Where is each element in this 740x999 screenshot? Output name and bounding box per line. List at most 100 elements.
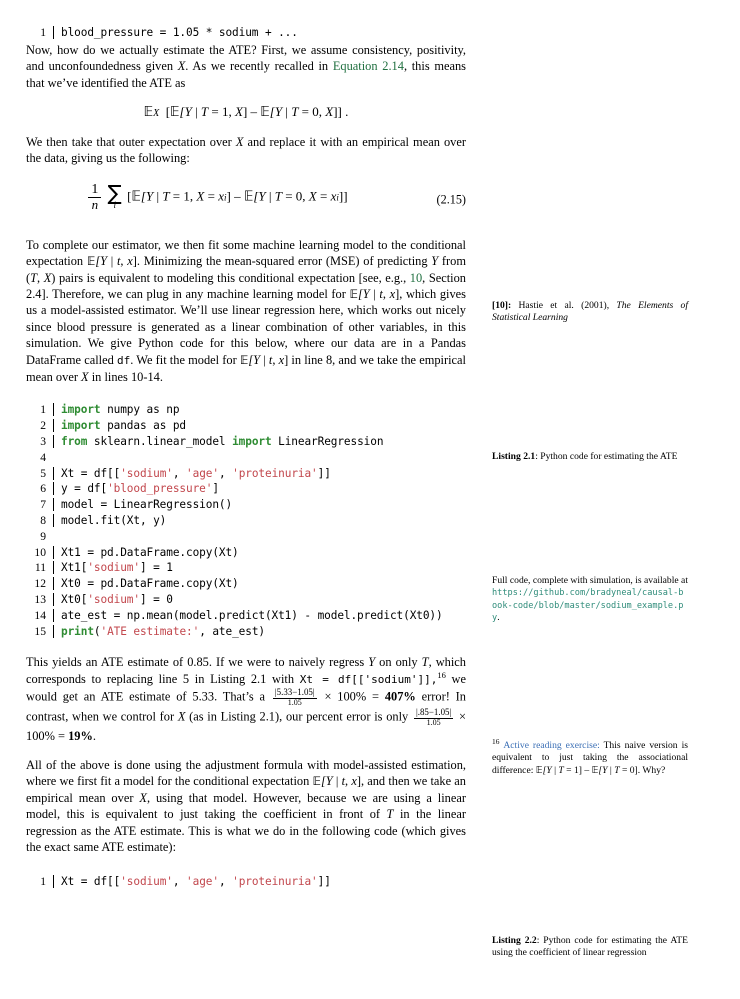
code-plain: Xt = df[[	[61, 466, 121, 480]
code-string: 'sodium'	[87, 593, 140, 607]
footnote-marker-16[interactable]: 16	[437, 670, 446, 680]
margin-note-citation-10: [10]: Hastie et al. (2001), The Elements…	[492, 300, 688, 325]
code-line-number: 13	[34, 593, 46, 607]
code-line-number: 1	[40, 403, 46, 417]
citation-authors: Hastie et al. (2001),	[518, 300, 617, 311]
margin-note-listing-2-1-caption: Listing 2.1: Python code for estimating …	[492, 451, 688, 463]
code-string: 'sodium'	[87, 561, 140, 575]
full-code-period: .	[497, 611, 500, 623]
code-listing-2-1-lines: 1 import numpy as np 2 import pandas as pd 3…	[26, 403, 466, 640]
text-run: ) pairs is equivalent to modeling this c…	[51, 270, 410, 285]
code-string: 'proteinuria'	[232, 466, 318, 480]
text-run: . We fit the model for	[130, 352, 240, 367]
code-string: 'sodium'	[120, 875, 173, 889]
listing-caption-label: Listing 2.2	[492, 935, 537, 946]
code-plain: LinearRegression	[271, 435, 384, 449]
text-run: (as in Listing 2.1), our percent error i…	[185, 709, 412, 724]
value-percent-error-adjusted: 19%	[68, 728, 93, 743]
code-plain: ]	[212, 482, 219, 496]
code-line: 4	[26, 451, 466, 467]
citation-link-10[interactable]: 10	[410, 271, 422, 285]
book-page: 1 blood_pressure = 1.05 * sodium + ... N…	[0, 0, 740, 999]
code-line-number: 6	[40, 482, 46, 496]
code-line-text: import pandas as pd	[53, 419, 466, 433]
github-url-link[interactable]: https://github.com/bradyneal/causal-book…	[492, 588, 683, 623]
code-line-number: 8	[40, 514, 46, 528]
code-keyword: from	[61, 435, 88, 449]
code-line-text: from sklearn.linear_model import LinearR…	[53, 435, 466, 449]
display-equation-2-15: 1 n ∑ i [𝔼[Y | T = 1, X = xi] – 𝔼[Y | T …	[26, 181, 466, 217]
code-line-text: Xt0 = pd.DataFrame.copy(Xt)	[53, 577, 466, 591]
code-plain: model = LinearRegression()	[61, 498, 233, 512]
code-line-number: 2	[40, 419, 46, 433]
main-text-column: 1 blood_pressure = 1.05 * sodium + ... N…	[26, 18, 466, 891]
fraction-percent-error-naive: |5.33−1.05| 1.05	[272, 687, 317, 708]
code-plain: ,	[172, 875, 187, 889]
code-plain: ] = 0	[139, 593, 173, 607]
value-percent-error-naive: 407%	[384, 689, 416, 704]
code-keyword: import	[61, 419, 101, 433]
code-line-number: 12	[34, 577, 46, 591]
code-line-number: 9	[40, 529, 46, 543]
code-line-number: 3	[40, 435, 46, 449]
code-line-text: Xt0['sodium'] = 0	[53, 593, 466, 607]
equation-body: 𝔼X [𝔼[Y | T = 1, X] – 𝔼[Y | T = 0, X]] .	[143, 104, 349, 121]
code-plain: Xt0[	[61, 593, 88, 607]
inline-code-df: df	[116, 353, 131, 367]
code-plain: ate_est = np.mean(model.predict(Xt1) - m…	[61, 608, 443, 622]
code-line: 3 from sklearn.linear_model import Linear…	[26, 435, 466, 451]
text-run: on only	[375, 655, 422, 670]
code-plain: ,	[172, 466, 187, 480]
code-line-text: blood_pressure = 1.05 * sodium + ...	[53, 26, 466, 39]
code-plain: y = df[	[61, 482, 108, 496]
code-line-number: 7	[40, 498, 46, 512]
code-line-text: Xt = df[['sodium', 'age', 'proteinuria']…	[53, 875, 466, 889]
code-line-text: y = df['blood_pressure']	[53, 482, 466, 496]
margin-note-full-code-url: Full code, complete with simulation, is …	[492, 575, 688, 624]
equation-number: (2.15)	[436, 192, 466, 207]
listing-caption-label: Listing 2.1	[492, 451, 536, 462]
code-line-number: 14	[34, 608, 46, 622]
margin-note-footnote-16: 16 Active reading exercise: This naive v…	[492, 738, 688, 777]
code-line-number: 5	[40, 466, 46, 480]
code-plain: ]]	[317, 466, 331, 480]
code-plain: Xt1[	[61, 561, 88, 575]
paragraph-naive-estimate: This yields an ATE estimate of 0.85. If …	[26, 655, 466, 743]
code-listing-top: 1 blood_pressure = 1.05 * sodium + ...	[26, 26, 466, 42]
text-run: . Minimizing the mean-squared error (MSE…	[136, 254, 432, 269]
code-line-number: 15	[34, 624, 46, 638]
code-line: 11 Xt1['sodium'] = 1	[26, 561, 466, 577]
code-plain: pandas as pd	[100, 419, 187, 433]
code-line: 1 Xt = df[['sodium', 'age', 'proteinuria'…	[26, 875, 466, 891]
code-string: 'ATE estimate:'	[100, 624, 200, 638]
code-line: 2 import pandas as pd	[26, 419, 466, 435]
code-line-text: print('ATE estimate:', ate_est)	[53, 624, 466, 638]
text-run: . As we recently recalled in	[185, 59, 333, 74]
active-reading-exercise-label: Active reading exercise:	[503, 740, 600, 751]
code-keyword: import	[232, 435, 272, 449]
code-plain: model.fit(Xt, y)	[61, 514, 167, 528]
code-line: 13 Xt0['sodium'] = 0	[26, 593, 466, 609]
code-plain: (	[93, 624, 101, 638]
code-line-text: model = LinearRegression()	[53, 498, 466, 512]
code-listing-2-2-lines: 1 Xt = df[['sodium', 'age', 'proteinuria'…	[26, 875, 466, 891]
code-listing-2-2: 1 Xt = df[['sodium', 'age', 'proteinuria'…	[26, 875, 466, 891]
code-line-text: Xt = df[['sodium', 'age', 'proteinuria']…	[53, 466, 466, 480]
paragraph-outer-expectation: We then take that outer expectation over…	[26, 134, 466, 167]
code-line: 7 model = LinearRegression()	[26, 498, 466, 514]
code-plain: ,	[218, 466, 233, 480]
citation-marker: [10]:	[492, 300, 519, 311]
margin-note-listing-2-2-caption: Listing 2.2: Python code for estimating …	[492, 935, 688, 960]
code-line-number: 10	[34, 545, 46, 559]
code-plain: , ate_est)	[199, 624, 265, 638]
code-line: 15 print('ATE estimate:', ate_est)	[26, 624, 466, 641]
code-line-text: model.fit(Xt, y)	[53, 514, 466, 528]
listing-caption-text: : Python code for estimating the ATE	[535, 451, 678, 462]
summation-symbol: ∑ i	[107, 181, 122, 211]
equation-reference-link[interactable]: Equation 2.14	[333, 59, 404, 73]
code-plain: Xt0 = pd.DataFrame.copy(Xt)	[61, 577, 239, 591]
paragraph-adjustment-formula: All of the above is done using the adjus…	[26, 757, 467, 854]
code-builtin: print	[61, 624, 94, 638]
code-line: 5 Xt = df[['sodium', 'age', 'proteinuria'…	[26, 466, 466, 483]
code-line-number: 4	[40, 450, 46, 464]
